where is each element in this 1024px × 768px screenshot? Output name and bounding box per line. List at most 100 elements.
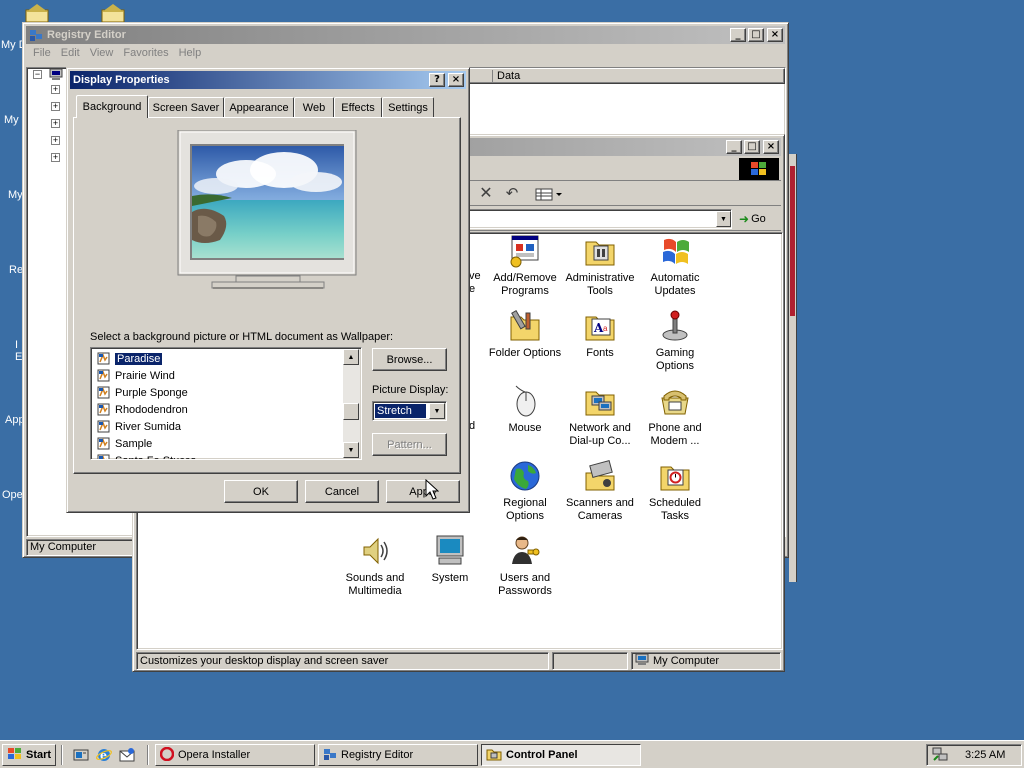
tab-web[interactable]: Web <box>294 97 334 117</box>
wallpaper-listbox[interactable]: Paradise Prairie Wind Purple Sponge Rhodode… <box>90 347 362 460</box>
cp-item-regional-options[interactable]: Regional Options <box>485 459 565 523</box>
cp-item-network[interactable]: Network and Dial-up Co... <box>560 384 640 448</box>
go-label: Go <box>751 213 766 225</box>
outlook-express-icon[interactable] <box>119 747 135 766</box>
cp-item-fonts[interactable]: Aa Fonts <box>560 309 640 360</box>
cp-item-system[interactable]: System <box>410 534 490 585</box>
cp-item-administrative-tools[interactable]: Administrative Tools <box>560 234 640 298</box>
clock[interactable]: 3:25 AM <box>965 749 1005 761</box>
wallpaper-item[interactable]: River Sumida <box>93 418 343 435</box>
picture-display-dropdown-arrow[interactable]: ▼ <box>429 403 445 419</box>
cp-item-users-passwords[interactable]: Users and Passwords <box>485 534 565 598</box>
cp-item-folder-options[interactable]: Folder Options <box>485 309 565 360</box>
cp-item-mouse[interactable]: Mouse <box>485 384 565 435</box>
address-input[interactable]: ▼ <box>466 209 732 229</box>
tree-expand-hkcr[interactable]: + <box>51 85 60 94</box>
menu-file[interactable]: File <box>28 46 56 60</box>
task-opera-installer[interactable]: Opera Installer <box>155 744 315 766</box>
cp-item-label: Regional Options <box>503 497 547 522</box>
scroll-thumb[interactable] <box>343 403 359 420</box>
internet-explorer-icon[interactable]: e <box>96 747 112 766</box>
maximize-button[interactable]: □ <box>748 28 764 42</box>
tab-settings[interactable]: Settings <box>382 97 434 117</box>
wallpaper-item[interactable]: Sample <box>93 435 343 452</box>
display-properties-titlebar[interactable]: Display Properties ? × <box>70 71 466 89</box>
task-control-panel[interactable]: Control Panel <box>481 744 641 766</box>
apply-button[interactable]: Apply <box>386 480 460 503</box>
tab-appearance[interactable]: Appearance <box>224 97 294 117</box>
ok-button[interactable]: OK <box>224 480 298 503</box>
views-icon[interactable] <box>534 185 564 203</box>
desktop-icon-top-2[interactable] <box>100 4 126 23</box>
tree-expand-hkcu[interactable]: + <box>51 102 60 111</box>
bitmap-file-icon <box>97 403 110 416</box>
svg-text:a: a <box>603 324 608 333</box>
start-button[interactable]: Start <box>2 744 56 766</box>
wallpaper-item-label: Paradise <box>115 352 163 365</box>
picture-display-select[interactable]: Stretch ▼ <box>372 401 447 421</box>
desktop-label-my-network[interactable]: My <box>8 189 23 201</box>
scroll-down-arrow[interactable]: ▼ <box>343 442 359 458</box>
tree-expand-hkcc[interactable]: + <box>51 153 60 162</box>
background-window-edge <box>789 154 797 582</box>
sounds-icon <box>358 534 392 568</box>
dialog-close-button[interactable]: × <box>448 73 464 87</box>
wallpaper-item-label: Sample <box>115 437 153 450</box>
bitmap-file-icon <box>97 420 110 433</box>
wallpaper-item[interactable]: Paradise <box>93 350 343 367</box>
wallpaper-item[interactable]: Prairie Wind <box>93 367 343 384</box>
cp-item-sounds-multimedia[interactable]: Sounds and Multimedia <box>335 534 415 598</box>
cp-item-label: Scanners and Cameras <box>566 497 634 522</box>
monitor-icon <box>177 129 357 289</box>
tree-expand-hklm[interactable]: + <box>51 119 60 128</box>
tab-effects[interactable]: Effects <box>334 97 382 117</box>
wallpaper-scrollbar[interactable]: ▲ ▼ <box>343 349 360 458</box>
menu-edit[interactable]: Edit <box>56 46 85 60</box>
cp-item-label: Administrative Tools <box>565 272 635 297</box>
desktop-label-recycle-bin[interactable]: Re <box>9 264 23 276</box>
cp-maximize-button[interactable]: □ <box>744 140 760 154</box>
scroll-up-arrow[interactable]: ▲ <box>343 349 359 365</box>
wallpaper-item[interactable]: Purple Sponge <box>93 384 343 401</box>
tree-collapse-root[interactable]: − <box>33 70 42 79</box>
cp-close-button[interactable]: × <box>763 140 779 154</box>
cp-item-scheduled-tasks[interactable]: Scheduled Tasks <box>635 459 715 523</box>
control-panel-task-icon <box>486 747 502 764</box>
cp-minimize-button[interactable]: _ <box>726 140 742 154</box>
task-label: Opera Installer <box>178 749 251 761</box>
tab-background[interactable]: Background <box>76 95 148 118</box>
go-button[interactable]: ➜ Go <box>739 209 777 229</box>
cp-item-scanners-cameras[interactable]: Scanners and Cameras <box>560 459 640 523</box>
bitmap-file-icon <box>97 386 110 399</box>
browse-button[interactable]: Browse... <box>372 348 447 371</box>
menu-view[interactable]: View <box>85 46 119 60</box>
menu-help[interactable]: Help <box>174 46 207 60</box>
close-button[interactable]: × <box>767 28 783 42</box>
undo-icon[interactable]: ↶ <box>502 185 522 203</box>
wallpaper-item[interactable]: Rhododendron <box>93 401 343 418</box>
delete-icon[interactable]: ✕ <box>476 185 496 203</box>
show-desktop-icon[interactable] <box>73 747 89 766</box>
cp-item-phone-modem[interactable]: Phone and Modem ... <box>635 384 715 448</box>
regional-options-icon <box>508 459 542 493</box>
task-registry-editor[interactable]: Registry Editor <box>318 744 478 766</box>
cp-item-automatic-updates[interactable]: Automatic Updates <box>635 234 715 298</box>
tab-screen-saver[interactable]: Screen Saver <box>148 97 224 117</box>
tree-expand-hku[interactable]: + <box>51 136 60 145</box>
desktop-label-my-computer[interactable]: My <box>4 114 19 126</box>
address-dropdown-button[interactable]: ▼ <box>716 211 731 227</box>
wallpaper-item[interactable]: Santa Fe Stucco <box>93 452 343 459</box>
desktop-label-opera[interactable]: Ope <box>2 489 23 501</box>
column-header-data[interactable]: Data <box>492 70 786 82</box>
pattern-button[interactable]: Pattern... <box>372 433 447 456</box>
desktop-icon-top-1[interactable] <box>24 4 50 23</box>
cp-item-gaming-options[interactable]: Gaming Options <box>635 309 715 373</box>
cancel-button[interactable]: Cancel <box>305 480 379 503</box>
cp-item-add-remove-programs[interactable]: Add/Remove Programs <box>485 234 565 298</box>
minimize-button[interactable]: _ <box>730 28 746 42</box>
registry-titlebar[interactable]: Registry Editor _ □ × <box>26 26 785 44</box>
menu-favorites[interactable]: Favorites <box>118 46 173 60</box>
network-tray-icon[interactable] <box>932 746 948 765</box>
picture-display-label: Picture Display: <box>372 384 449 396</box>
help-button[interactable]: ? <box>429 73 445 87</box>
